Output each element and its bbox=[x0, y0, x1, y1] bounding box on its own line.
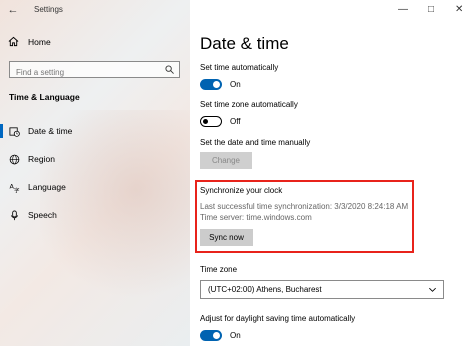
toggle-state: On bbox=[230, 331, 241, 340]
sidebar-item-label: Date & time bbox=[28, 126, 73, 136]
time-zone-value: (UTC+02:00) Athens, Bucharest bbox=[208, 285, 322, 294]
set-time-auto-row: On bbox=[200, 79, 241, 90]
chevron-down-icon bbox=[429, 287, 436, 292]
sidebar-item-label: Speech bbox=[28, 210, 57, 220]
sidebar-item-language[interactable]: A 字 Language bbox=[0, 177, 190, 197]
search-input[interactable] bbox=[10, 65, 161, 80]
set-zone-auto-row: Off bbox=[200, 116, 241, 127]
microphone-icon bbox=[10, 210, 19, 220]
sidebar-item-label: Region bbox=[28, 154, 55, 164]
globe-icon bbox=[9, 154, 20, 164]
sidebar-item-speech[interactable]: Speech bbox=[0, 205, 190, 225]
section-title: Time & Language bbox=[9, 92, 80, 102]
time-zone-label: Time zone bbox=[200, 265, 238, 274]
sidebar-item-label: Language bbox=[28, 182, 66, 192]
dst-toggle[interactable] bbox=[200, 330, 222, 341]
sidebar: ← Settings Home Time & Language Date & t… bbox=[0, 0, 190, 346]
toggle-state: On bbox=[230, 80, 241, 89]
search-box[interactable] bbox=[9, 61, 180, 80]
dst-row: On bbox=[200, 330, 241, 341]
titlebar-left: ← Settings bbox=[0, 0, 190, 20]
window-title: Settings bbox=[34, 5, 63, 14]
maximize-icon[interactable]: □ bbox=[428, 4, 434, 15]
svg-text:字: 字 bbox=[14, 186, 20, 192]
last-sync-text: Last successful time synchronization: 3/… bbox=[200, 202, 409, 211]
toggle-state: Off bbox=[230, 117, 241, 126]
language-icon: A 字 bbox=[9, 182, 20, 193]
titlebar-right: — □ ✕ bbox=[190, 0, 474, 20]
sidebar-item-date-time[interactable]: Date & time bbox=[0, 121, 190, 141]
home-icon bbox=[8, 36, 19, 47]
set-zone-auto-label: Set time zone automatically bbox=[200, 100, 298, 109]
close-icon[interactable]: ✕ bbox=[455, 4, 463, 15]
page-title: Date & time bbox=[200, 34, 289, 53]
set-time-auto-label: Set time automatically bbox=[200, 63, 279, 72]
back-arrow-icon[interactable]: ← bbox=[6, 3, 20, 17]
set-time-auto-toggle[interactable] bbox=[200, 79, 222, 90]
sidebar-item-region[interactable]: Region bbox=[0, 149, 190, 169]
sync-now-button[interactable]: Sync now bbox=[200, 229, 253, 246]
time-server-text: Time server: time.windows.com bbox=[200, 213, 312, 222]
set-zone-auto-toggle[interactable] bbox=[200, 116, 222, 127]
time-zone-select[interactable]: (UTC+02:00) Athens, Bucharest bbox=[200, 280, 444, 299]
search-icon[interactable] bbox=[165, 65, 174, 74]
calendar-clock-icon bbox=[9, 126, 20, 137]
sync-heading: Synchronize your clock bbox=[200, 186, 283, 195]
dst-label: Adjust for daylight saving time automati… bbox=[200, 314, 356, 323]
minimize-icon[interactable]: — bbox=[398, 4, 408, 15]
change-button[interactable]: Change bbox=[200, 152, 252, 169]
sidebar-item-label: Home bbox=[28, 36, 51, 47]
sidebar-item-home[interactable]: Home bbox=[8, 36, 51, 47]
manual-time-label: Set the date and time manually bbox=[200, 138, 311, 147]
